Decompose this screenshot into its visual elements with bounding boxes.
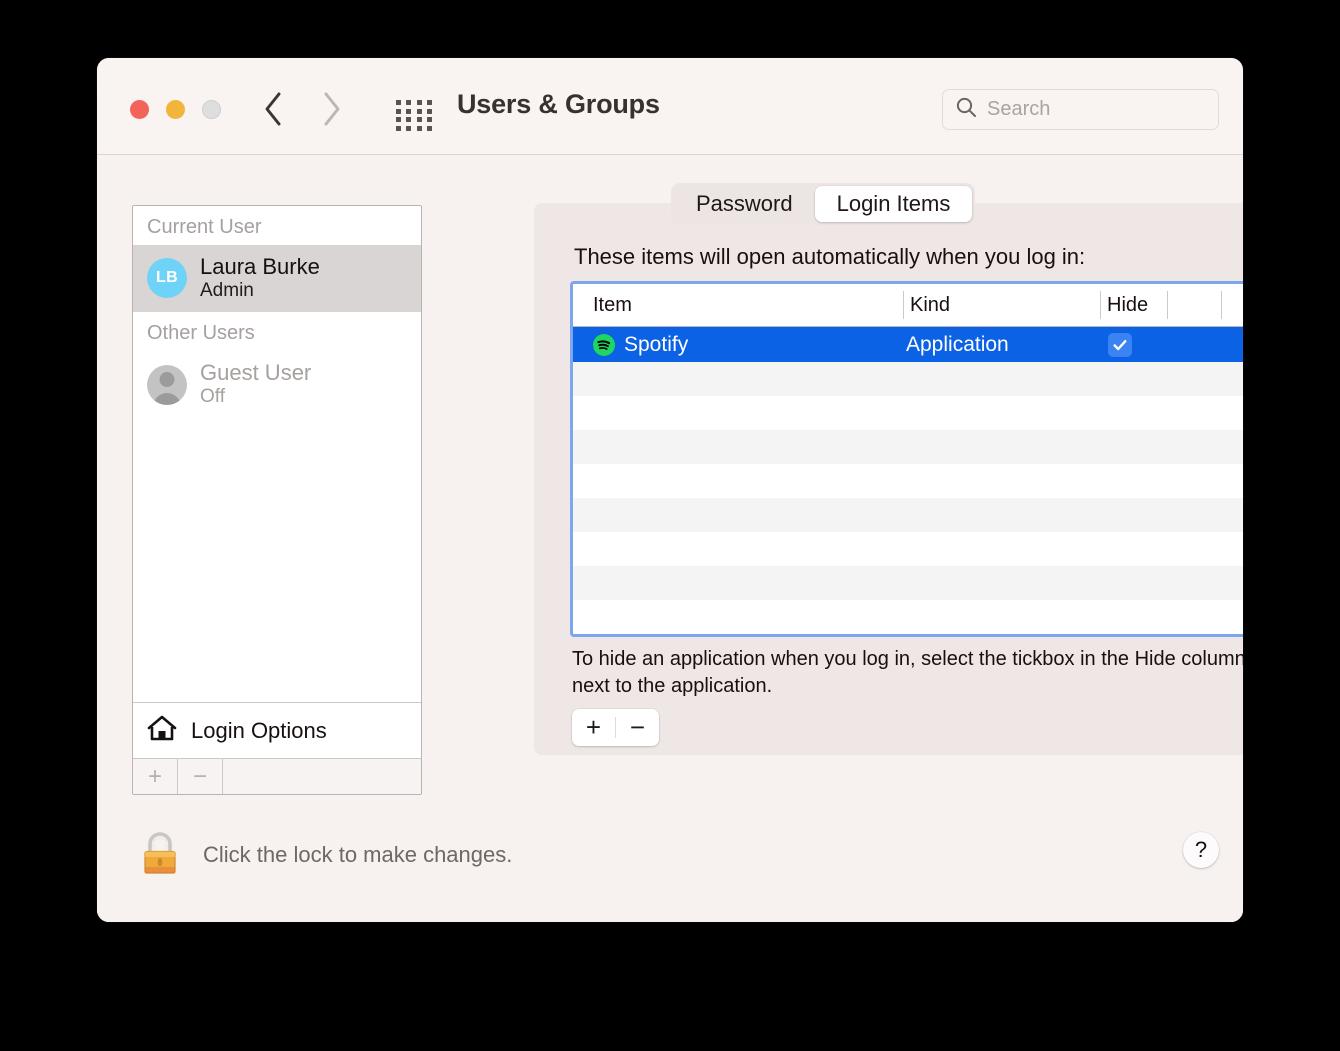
- sidebar-footer-toolbar: + −: [133, 758, 421, 794]
- cell-hide: [1108, 327, 1132, 362]
- column-header-kind[interactable]: Kind: [910, 294, 950, 317]
- search-field[interactable]: [942, 89, 1219, 130]
- tab-login-items[interactable]: Login Items: [815, 186, 973, 222]
- traffic-light-buttons: [130, 100, 221, 119]
- column-divider[interactable]: [903, 291, 904, 319]
- item-name: Spotify: [624, 333, 688, 357]
- column-header-hide[interactable]: Hide: [1107, 294, 1148, 317]
- login-items-panel: These items will open automatically when…: [534, 203, 1243, 755]
- sidebar-empty-space: [133, 418, 421, 702]
- user-name: Laura Burke: [200, 254, 320, 280]
- column-divider[interactable]: [1100, 291, 1101, 319]
- table-row[interactable]: [573, 396, 1243, 430]
- sidebar-section-header-other-users: Other Users: [133, 312, 421, 351]
- locked-padlock-icon[interactable]: [137, 830, 183, 880]
- user-name: Guest User: [200, 360, 311, 386]
- close-window-button[interactable]: [130, 100, 149, 119]
- system-preferences-window: Users & Groups Current User LB: [97, 58, 1243, 922]
- table-help-text: To hide an application when you log in, …: [572, 646, 1243, 699]
- table-row[interactable]: [573, 532, 1243, 566]
- user-role: Off: [200, 386, 311, 408]
- help-button[interactable]: ?: [1183, 832, 1219, 868]
- search-icon: [955, 96, 977, 123]
- sidebar-item-login-options[interactable]: Login Options: [133, 702, 421, 758]
- lock-status-text: Click the lock to make changes.: [203, 842, 512, 868]
- zoom-window-button[interactable]: [202, 100, 221, 119]
- lock-control[interactable]: Click the lock to make changes.: [137, 830, 512, 880]
- cell-item: Spotify: [593, 327, 688, 362]
- search-input[interactable]: [987, 98, 1206, 121]
- user-role: Admin: [200, 280, 320, 302]
- table-row[interactable]: [573, 362, 1243, 396]
- panel-heading: These items will open automatically when…: [574, 244, 1085, 270]
- spotify-icon: [593, 334, 615, 356]
- column-divider[interactable]: [1167, 291, 1168, 319]
- remove-login-item-button[interactable]: −: [616, 709, 659, 746]
- avatar: LB: [147, 258, 187, 298]
- table-row[interactable]: [573, 464, 1243, 498]
- sidebar-section-header-current-user: Current User: [133, 206, 421, 245]
- minimize-window-button[interactable]: [166, 100, 185, 119]
- remove-user-button[interactable]: −: [178, 759, 223, 794]
- avatar: [147, 365, 187, 405]
- desktop-background: Users & Groups Current User LB: [0, 0, 1340, 1051]
- table-row[interactable]: [573, 430, 1243, 464]
- window-toolbar: Users & Groups: [97, 58, 1243, 155]
- sidebar-item-laura-burke[interactable]: LB Laura Burke Admin: [133, 245, 421, 311]
- sidebar-item-guest-user[interactable]: Guest User Off: [133, 351, 421, 417]
- table-row[interactable]: Spotify Application: [573, 327, 1243, 362]
- table-row[interactable]: [573, 600, 1243, 634]
- column-header-item[interactable]: Item: [593, 294, 632, 317]
- sidebar-item-label: Login Options: [191, 718, 327, 744]
- window-footer: Click the lock to make changes. ?: [97, 800, 1243, 922]
- cell-kind: Application: [906, 327, 1009, 362]
- table-row[interactable]: [573, 566, 1243, 600]
- tab-password[interactable]: Password: [674, 186, 815, 222]
- sidebar-footer-filler: [223, 759, 421, 794]
- show-all-icon[interactable]: [396, 100, 434, 122]
- tab-bar: Password Login Items: [671, 183, 975, 225]
- navigation-arrows: [262, 91, 342, 127]
- home-icon: [147, 714, 177, 747]
- add-remove-login-item-buttons: + −: [572, 709, 659, 746]
- add-login-item-button[interactable]: +: [572, 709, 615, 746]
- page-title: Users & Groups: [457, 89, 660, 120]
- column-divider[interactable]: [1221, 291, 1222, 319]
- login-items-table[interactable]: Item Kind Hide: [570, 281, 1243, 637]
- table-header-row: Item Kind Hide: [573, 284, 1243, 327]
- add-user-button[interactable]: +: [133, 759, 178, 794]
- hide-checkbox[interactable]: [1108, 333, 1132, 357]
- forward-arrow-icon[interactable]: [320, 91, 342, 127]
- preference-pane-content: Current User LB Laura Burke Admin Other …: [97, 155, 1243, 922]
- users-sidebar: Current User LB Laura Burke Admin Other …: [132, 205, 422, 795]
- back-arrow-icon[interactable]: [262, 91, 284, 127]
- table-row[interactable]: [573, 498, 1243, 532]
